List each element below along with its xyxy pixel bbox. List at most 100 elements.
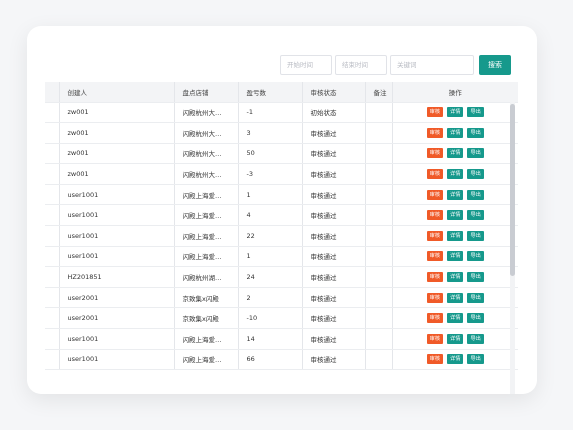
export-button[interactable]: 导出 [467,272,484,283]
export-button[interactable]: 导出 [467,107,484,118]
export-button[interactable]: 导出 [467,333,484,344]
inventory-card: 开始时间 结束时间 关键词 搜索 创建人 盘点店铺 盈亏数 审核状态 备注 操作… [27,26,537,394]
status-cell: 初始状态 [302,102,366,124]
audit-button[interactable]: 审核 [426,251,444,262]
diff-cell: -3 [238,163,303,185]
scroll-thumb[interactable] [510,104,515,276]
diff-cell: 3 [238,122,303,144]
status-cell: 审核通过 [302,204,366,227]
note-cell [365,184,393,206]
export-button[interactable]: 导出 [467,251,484,262]
row-blank-cell [45,102,60,124]
keyword-input[interactable]: 关键词 [390,55,474,75]
actions-cell: 审核 详情 导出 [392,307,518,330]
inventory-table: 创建人 盘点店铺 盈亏数 审核状态 备注 操作 zw001 闪殿杭州大… -1 初始状… [45,82,518,394]
creator-cell: user1001 [59,225,175,247]
detail-button[interactable]: 详情 [447,210,464,221]
start-time-input[interactable]: 开始时间 [280,55,332,75]
store-cell: 闪殿杭州湖… [174,266,239,288]
export-button[interactable]: 导出 [467,148,484,159]
diff-cell: 4 [238,204,303,227]
creator-cell: HZ201851 [59,266,175,288]
diff-cell: 14 [238,328,303,350]
export-button[interactable]: 导出 [467,292,484,303]
export-button[interactable]: 导出 [467,127,484,138]
row-blank-cell [45,349,60,371]
diff-cell: 2 [238,287,303,309]
table-row: user1001 闪殿上海爱… 22 审核通过 审核 详情 导出 [45,225,518,247]
store-cell: 闪殿杭州大… [174,163,239,185]
audit-button[interactable]: 审核 [426,210,444,221]
search-button[interactable]: 搜索 [479,55,511,75]
row-blank-cell [45,246,60,268]
status-cell: 审核通过 [302,122,366,144]
actions-cell: 审核 详情 导出 [392,122,518,144]
store-cell: 闪殿上海爱… [174,246,239,268]
actions-cell: 审核 详情 导出 [392,163,518,185]
audit-button[interactable]: 审核 [426,313,444,324]
store-cell: 京致集x闪殿 [174,287,239,309]
table-row: user1001 闪殿上海爱… 1 审核通过 审核 详情 导出 [45,246,518,268]
detail-button[interactable]: 详情 [447,107,464,118]
detail-button[interactable]: 详情 [447,189,464,200]
status-cell: 审核通过 [302,143,366,165]
detail-button[interactable]: 详情 [447,354,464,365]
export-button[interactable]: 导出 [467,189,484,200]
filter-bar: 开始时间 结束时间 关键词 搜索 [27,55,537,75]
actions-cell: 审核 详情 导出 [392,143,518,165]
audit-button[interactable]: 审核 [426,354,444,365]
diff-cell: 50 [238,143,303,165]
header-status: 审核状态 [302,82,366,103]
detail-button[interactable]: 详情 [447,127,464,138]
creator-cell: user2001 [59,307,175,330]
detail-button[interactable]: 详情 [447,230,464,241]
detail-button[interactable]: 详情 [447,169,464,180]
note-cell [365,287,393,309]
audit-button[interactable]: 审核 [426,107,444,118]
detail-button[interactable]: 详情 [447,148,464,159]
audit-button[interactable]: 审核 [426,127,444,138]
table-row: zw001 闪殿杭州大… -3 审核通过 审核 详情 导出 [45,163,518,185]
creator-cell: zw001 [59,143,175,165]
note-cell [365,143,393,165]
note-cell [365,225,393,247]
audit-button[interactable]: 审核 [426,272,444,283]
export-button[interactable]: 导出 [467,354,484,365]
status-cell: 审核通过 [302,246,366,268]
diff-cell: -10 [238,307,303,330]
store-cell: 闪殿上海爱… [174,184,239,206]
header-diff: 盈亏数 [238,82,303,103]
store-cell: 闪殿上海爱… [174,204,239,227]
status-cell: 审核通过 [302,163,366,185]
note-cell [365,163,393,185]
export-button[interactable]: 导出 [467,210,484,221]
detail-button[interactable]: 详情 [447,272,464,283]
note-cell [365,307,393,330]
audit-button[interactable]: 审核 [426,169,444,180]
status-cell: 审核通过 [302,307,366,330]
audit-button[interactable]: 审核 [426,148,444,159]
detail-button[interactable]: 详情 [447,292,464,303]
store-cell: 闪殿杭州大… [174,143,239,165]
diff-cell: -1 [238,102,303,124]
audit-button[interactable]: 审核 [426,292,444,303]
store-cell: 闪殿上海爱… [174,225,239,247]
row-blank-cell [45,307,60,330]
creator-cell: user1001 [59,204,175,227]
export-button[interactable]: 导出 [467,230,484,241]
export-button[interactable]: 导出 [467,313,484,324]
note-cell [365,204,393,227]
audit-button[interactable]: 审核 [426,189,444,200]
table-scrollbar[interactable] [510,102,515,394]
audit-button[interactable]: 审核 [426,333,444,344]
audit-button[interactable]: 审核 [426,230,444,241]
export-button[interactable]: 导出 [467,169,484,180]
detail-button[interactable]: 详情 [447,333,464,344]
detail-button[interactable]: 详情 [447,313,464,324]
actions-cell: 审核 详情 导出 [392,266,518,288]
end-time-input[interactable]: 结束时间 [335,55,387,75]
detail-button[interactable]: 详情 [447,251,464,262]
row-blank-cell [45,328,60,350]
row-blank-cell [45,287,60,309]
actions-cell: 审核 详情 导出 [392,184,518,206]
